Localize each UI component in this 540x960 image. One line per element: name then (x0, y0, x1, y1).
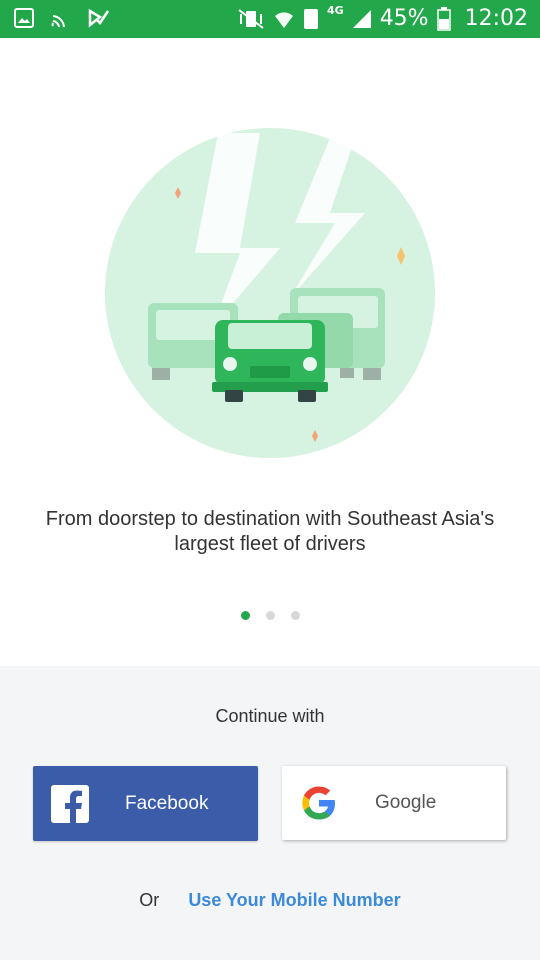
page-dot-1 (240, 611, 250, 620)
use-mobile-number-link[interactable]: Use Your Mobile Number (188, 890, 400, 910)
network-type: 4G (327, 4, 344, 17)
battery-percent: 45% (379, 6, 429, 31)
wifi-calling-icon (51, 15, 65, 28)
cars-illustration (105, 128, 435, 458)
continue-with-label: Continue with (215, 706, 325, 726)
onboarding-hero[interactable]: From doorstep to destination with Southe… (0, 38, 540, 666)
facebook-login-button[interactable]: Facebook (33, 766, 258, 841)
check-icon (88, 8, 110, 28)
page-dot-3 (290, 611, 300, 620)
onboarding-tagline: From doorstep to destination with Southe… (45, 508, 495, 555)
page-indicator (0, 611, 540, 620)
facebook-icon (51, 784, 89, 823)
wifi-icon (275, 11, 293, 28)
battery-icon (436, 6, 451, 31)
facebook-label: Facebook (125, 792, 209, 814)
google-icon (302, 786, 335, 820)
login-panel: Continue with Facebook Google Or Use You… (0, 666, 540, 960)
page-dot-2 (265, 611, 275, 620)
status-bar: 4G 45% 12:02 (0, 0, 540, 38)
alternative-login-row: Or Use Your Mobile Number (0, 890, 540, 911)
mute-vibrate-icon (238, 8, 264, 29)
google-label: Google (375, 792, 437, 813)
sim-icon (304, 8, 318, 29)
image-icon (14, 8, 34, 28)
or-label: Or (139, 890, 160, 910)
clock: 12:02 (464, 6, 528, 31)
google-login-button[interactable]: Google (282, 766, 506, 840)
signal-icon (352, 9, 371, 28)
